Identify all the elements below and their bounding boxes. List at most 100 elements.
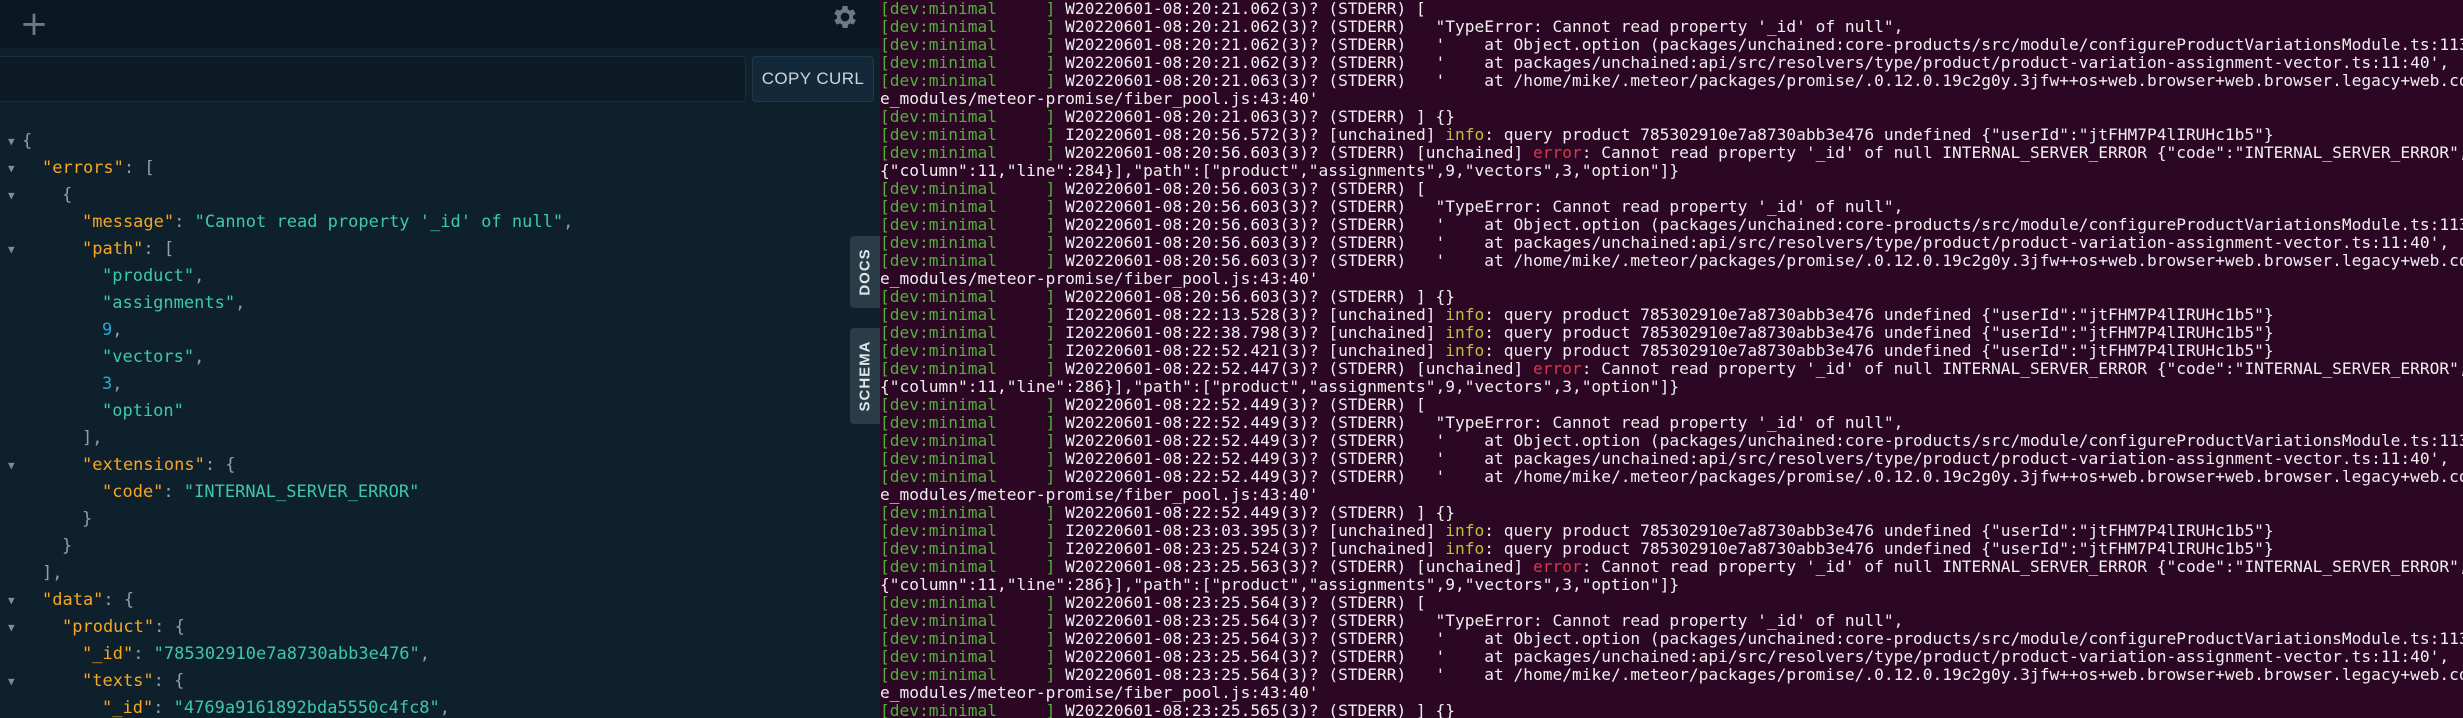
- json-token: "option": [102, 401, 184, 421]
- json-token: : {: [153, 671, 185, 691]
- terminal-line: [dev:minimal ] W20220601-08:20:21.062(3)…: [880, 0, 2463, 18]
- log-source-tag: [dev:minimal ]: [880, 450, 1056, 468]
- json-token: ],: [42, 563, 63, 583]
- log-text: W20220601-08:20:21.062(3)? (STDERR) [: [1055, 0, 1426, 18]
- terminal-line: [dev:minimal ] W20220601-08:20:56.603(3)…: [880, 144, 2463, 162]
- log-text: W20220601-08:22:52.449(3)? (STDERR) ' at…: [1055, 468, 2463, 486]
- result-code: "option": [102, 398, 184, 425]
- log-text: : query product 785302910e7a8730abb3e476…: [1484, 522, 2274, 540]
- json-token: : [: [123, 158, 155, 178]
- log-text: : query product 785302910e7a8730abb3e476…: [1484, 126, 2274, 144]
- result-code: "code": "INTERNAL_SERVER_ERROR": [102, 479, 419, 506]
- terminal-line: [dev:minimal ] W20220601-08:23:25.564(3)…: [880, 594, 2463, 612]
- result-line: ▼ "texts": {: [0, 668, 850, 695]
- json-token: }: [62, 536, 73, 556]
- json-token: "Cannot read property '_id' of null": [194, 212, 564, 232]
- json-token: {: [62, 185, 73, 205]
- collapse-arrow-icon[interactable]: ▼: [8, 614, 22, 641]
- result-code: "product",: [102, 263, 204, 290]
- terminal-line: [dev:minimal ] I20220601-08:22:13.528(3)…: [880, 306, 2463, 324]
- result-code: "errors": [: [42, 155, 155, 182]
- collapse-arrow-icon[interactable]: ▼: [8, 128, 22, 155]
- json-token: ,: [439, 698, 451, 718]
- log-source-tag: [dev:minimal ]: [880, 180, 1056, 198]
- log-text: {"column":11,"line":286}],"path":["produ…: [880, 576, 1680, 594]
- log-source-tag: [dev:minimal ]: [880, 126, 1056, 144]
- terminal-line: [dev:minimal ] I20220601-08:23:25.524(3)…: [880, 540, 2463, 558]
- json-token: :: [153, 698, 174, 718]
- json-token: 9: [102, 320, 113, 340]
- gear-icon[interactable]: [830, 2, 860, 32]
- terminal-line: [dev:minimal ] W20220601-08:22:52.449(3)…: [880, 468, 2463, 486]
- result-line: ▼ "extensions": {: [0, 452, 850, 479]
- log-source-tag: [dev:minimal ]: [880, 252, 1056, 270]
- collapse-arrow-icon[interactable]: ▼: [8, 587, 22, 614]
- terminal-line: [dev:minimal ] W20220601-08:23:25.564(3)…: [880, 648, 2463, 666]
- log-text: W20220601-08:23:25.564(3)? (STDERR) ' at…: [1055, 666, 2463, 684]
- log-source-tag: [dev:minimal ]: [880, 54, 1056, 72]
- log-level-error: error: [1532, 144, 1582, 162]
- result-line: "_id": "4769a9161892bda5550c4fc8",: [0, 695, 850, 718]
- result-code: }: [82, 506, 92, 533]
- log-text: I20220601-08:20:56.572(3)? [unchained]: [1055, 126, 1446, 144]
- result-code: {: [22, 128, 32, 155]
- terminal-line: [dev:minimal ] W20220601-08:20:56.603(3)…: [880, 288, 2463, 306]
- terminal-line: [dev:minimal ] I20220601-08:22:38.798(3)…: [880, 324, 2463, 342]
- terminal-line: [dev:minimal ] W20220601-08:22:52.449(3)…: [880, 432, 2463, 450]
- log-source-tag: [dev:minimal ]: [880, 234, 1056, 252]
- collapse-arrow-icon[interactable]: ▼: [8, 182, 22, 209]
- log-source-tag: [dev:minimal ]: [880, 612, 1056, 630]
- log-source-tag: [dev:minimal ]: [880, 198, 1056, 216]
- result-viewer[interactable]: ▼{▼ "errors": [▼{"message": "Cannot read …: [0, 128, 850, 718]
- log-source-tag: [dev:minimal ]: [880, 216, 1056, 234]
- log-text: W20220601-08:20:21.063(3)? (STDERR) ] {}: [1055, 108, 1456, 126]
- schema-tab[interactable]: SCHEMA: [850, 328, 880, 424]
- log-source-tag: [dev:minimal ]: [880, 630, 1056, 648]
- log-text: {"column":11,"line":284}],"path":["produ…: [880, 162, 1680, 180]
- result-code: "vectors",: [102, 344, 204, 371]
- log-level-info: info: [1445, 324, 1485, 342]
- terminal-line: [dev:minimal ] W20220601-08:20:21.062(3)…: [880, 54, 2463, 72]
- terminal-line: [dev:minimal ] W20220601-08:20:56.603(3)…: [880, 216, 2463, 234]
- log-level-info: info: [1445, 126, 1485, 144]
- result-code: "extensions": {: [82, 452, 236, 479]
- json-token: "code": [102, 482, 164, 502]
- json-token: "errors": [42, 158, 124, 178]
- terminal-line: [dev:minimal ] W20220601-08:23:25.564(3)…: [880, 666, 2463, 684]
- log-text: : query product 785302910e7a8730abb3e476…: [1484, 342, 2274, 360]
- result-code: {: [62, 182, 72, 209]
- collapse-arrow-icon[interactable]: ▼: [8, 155, 22, 182]
- log-text: W20220601-08:23:25.564(3)? (STDERR) ' at…: [1055, 630, 2463, 648]
- collapse-arrow-icon[interactable]: ▼: [8, 236, 22, 263]
- log-text: W20220601-08:20:56.603(3)? (STDERR) ' at…: [1055, 216, 2463, 234]
- endpoint-url-input[interactable]: [0, 56, 746, 102]
- terminal-line: [dev:minimal ] W20220601-08:22:52.449(3)…: [880, 396, 2463, 414]
- terminal-line: [dev:minimal ] I20220601-08:22:52.421(3)…: [880, 342, 2463, 360]
- json-token: "path": [82, 239, 144, 259]
- result-code: 9,: [102, 317, 123, 344]
- log-source-tag: [dev:minimal ]: [880, 414, 1056, 432]
- result-line: "assignments",: [0, 290, 850, 317]
- collapse-arrow-icon[interactable]: ▼: [8, 668, 22, 695]
- terminal-line: [dev:minimal ] W20220601-08:20:56.603(3)…: [880, 180, 2463, 198]
- collapse-arrow-icon[interactable]: ▼: [8, 452, 22, 479]
- result-code: "_id": "785302910e7a8730abb3e476",: [82, 641, 430, 668]
- result-line: "vectors",: [0, 344, 850, 371]
- log-source-tag: [dev:minimal ]: [880, 522, 1056, 540]
- log-text: I20220601-08:23:25.524(3)? [unchained]: [1055, 540, 1446, 558]
- result-code: }: [62, 533, 72, 560]
- terminal-line: [dev:minimal ] W20220601-08:22:52.449(3)…: [880, 450, 2463, 468]
- terminal-line: [dev:minimal ] W20220601-08:20:56.603(3)…: [880, 252, 2463, 270]
- terminal-output[interactable]: [dev:minimal ] W20220601-08:20:21.062(3)…: [880, 0, 2463, 718]
- log-text: W20220601-08:22:52.449(3)? (STDERR) [: [1055, 396, 1426, 414]
- log-source-tag: [dev:minimal ]: [880, 594, 1056, 612]
- log-text: : Cannot read property '_id' of null INT…: [1581, 144, 2463, 162]
- log-text: W20220601-08:20:56.603(3)? (STDERR) [unc…: [1055, 144, 1533, 162]
- copy-curl-button[interactable]: COPY CURL: [752, 56, 874, 102]
- log-source-tag: [dev:minimal ]: [880, 306, 1056, 324]
- log-source-tag: [dev:minimal ]: [880, 0, 1056, 18]
- log-text: W20220601-08:20:21.062(3)? (STDERR) "Typ…: [1055, 18, 1904, 36]
- new-tab-button[interactable]: +: [14, 6, 54, 42]
- result-line: ▼ "path": [: [0, 236, 850, 263]
- docs-tab[interactable]: DOCS: [850, 236, 880, 308]
